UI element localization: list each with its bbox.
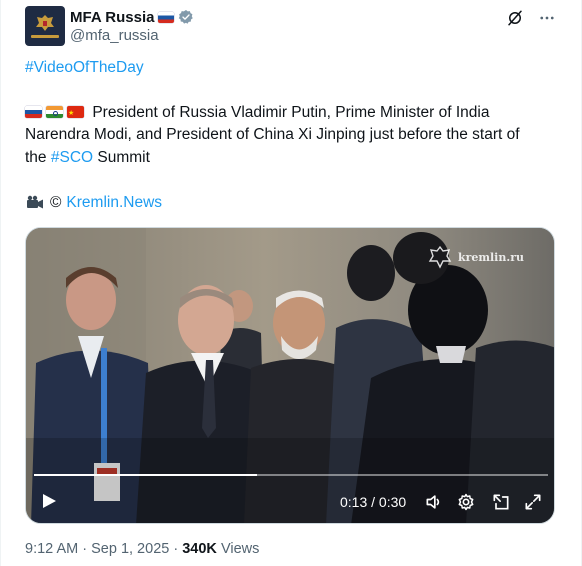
video-progress-track[interactable] <box>34 474 548 476</box>
video-frame <box>26 228 554 523</box>
video-timecode: 0:13 / 0:30 <box>340 494 406 510</box>
duration: 0:30 <box>378 494 407 510</box>
video-controls: 0:13 / 0:30 <box>26 486 554 516</box>
views-count: 340K <box>182 541 217 557</box>
more-icon[interactable] <box>537 8 557 28</box>
settings-icon[interactable] <box>456 492 476 512</box>
post-text-line3-prefix: the <box>25 149 51 166</box>
avatar[interactable] <box>25 6 65 46</box>
avatar-band <box>31 35 59 38</box>
post-text-line3-suffix: Summit <box>93 149 150 166</box>
post-text-line1: President of Russia Vladimir Putin, Prim… <box>92 104 490 121</box>
credit-link-kremlin-news[interactable]: Kremlin.News <box>66 192 162 215</box>
hashtag-sco[interactable]: #SCO <box>51 149 93 166</box>
chinese-flag-icon <box>67 103 84 126</box>
header-actions <box>505 8 557 28</box>
verified-badge-icon <box>179 10 194 24</box>
coat-of-arms-icon <box>36 15 54 31</box>
volume-icon[interactable] <box>424 492 444 512</box>
play-icon[interactable] <box>40 492 58 510</box>
views-label: Views <box>220 541 260 557</box>
indian-flag-icon <box>46 106 63 118</box>
author-name[interactable]: MFA Russia <box>70 9 154 26</box>
post-text-line2: Narendra Modi, and President of China Xi… <box>25 126 520 143</box>
current-time: 0:13 <box>340 494 368 510</box>
video-player[interactable]: kremlin.ru 0:13 / 0:30 <box>25 227 555 524</box>
hashtag-videooftheday[interactable]: #VideoOfTheDay <box>25 59 144 76</box>
video-progress-fill <box>34 474 257 476</box>
tweet-card: MFA Russia @mfa_russia #VideoOfTheDay Pr… <box>0 0 582 566</box>
time-separator: / <box>371 494 376 510</box>
grok-icon[interactable] <box>505 8 525 28</box>
author-row: MFA Russia <box>70 7 194 27</box>
post-meta: 9:12 AM · Sep 1, 2025 · 340K Views <box>25 541 259 557</box>
meta-dot: · <box>173 541 179 557</box>
russian-flag-icon <box>158 11 175 23</box>
eagle-watermark-icon <box>428 245 452 269</box>
pip-icon[interactable] <box>491 492 511 512</box>
kremlin-watermark: kremlin.ru <box>428 245 524 269</box>
author-handle[interactable]: @mfa_russia <box>70 27 159 44</box>
post-date[interactable]: Sep 1, 2025 <box>91 541 169 557</box>
russian-flag-icon <box>25 106 42 118</box>
watermark-text: kremlin.ru <box>457 250 524 264</box>
video-camera-icon <box>27 196 43 209</box>
fullscreen-icon[interactable] <box>523 492 543 512</box>
meta-dot: · <box>82 541 88 557</box>
post-time[interactable]: 9:12 AM <box>25 541 78 557</box>
copyright-symbol: © <box>50 194 62 211</box>
